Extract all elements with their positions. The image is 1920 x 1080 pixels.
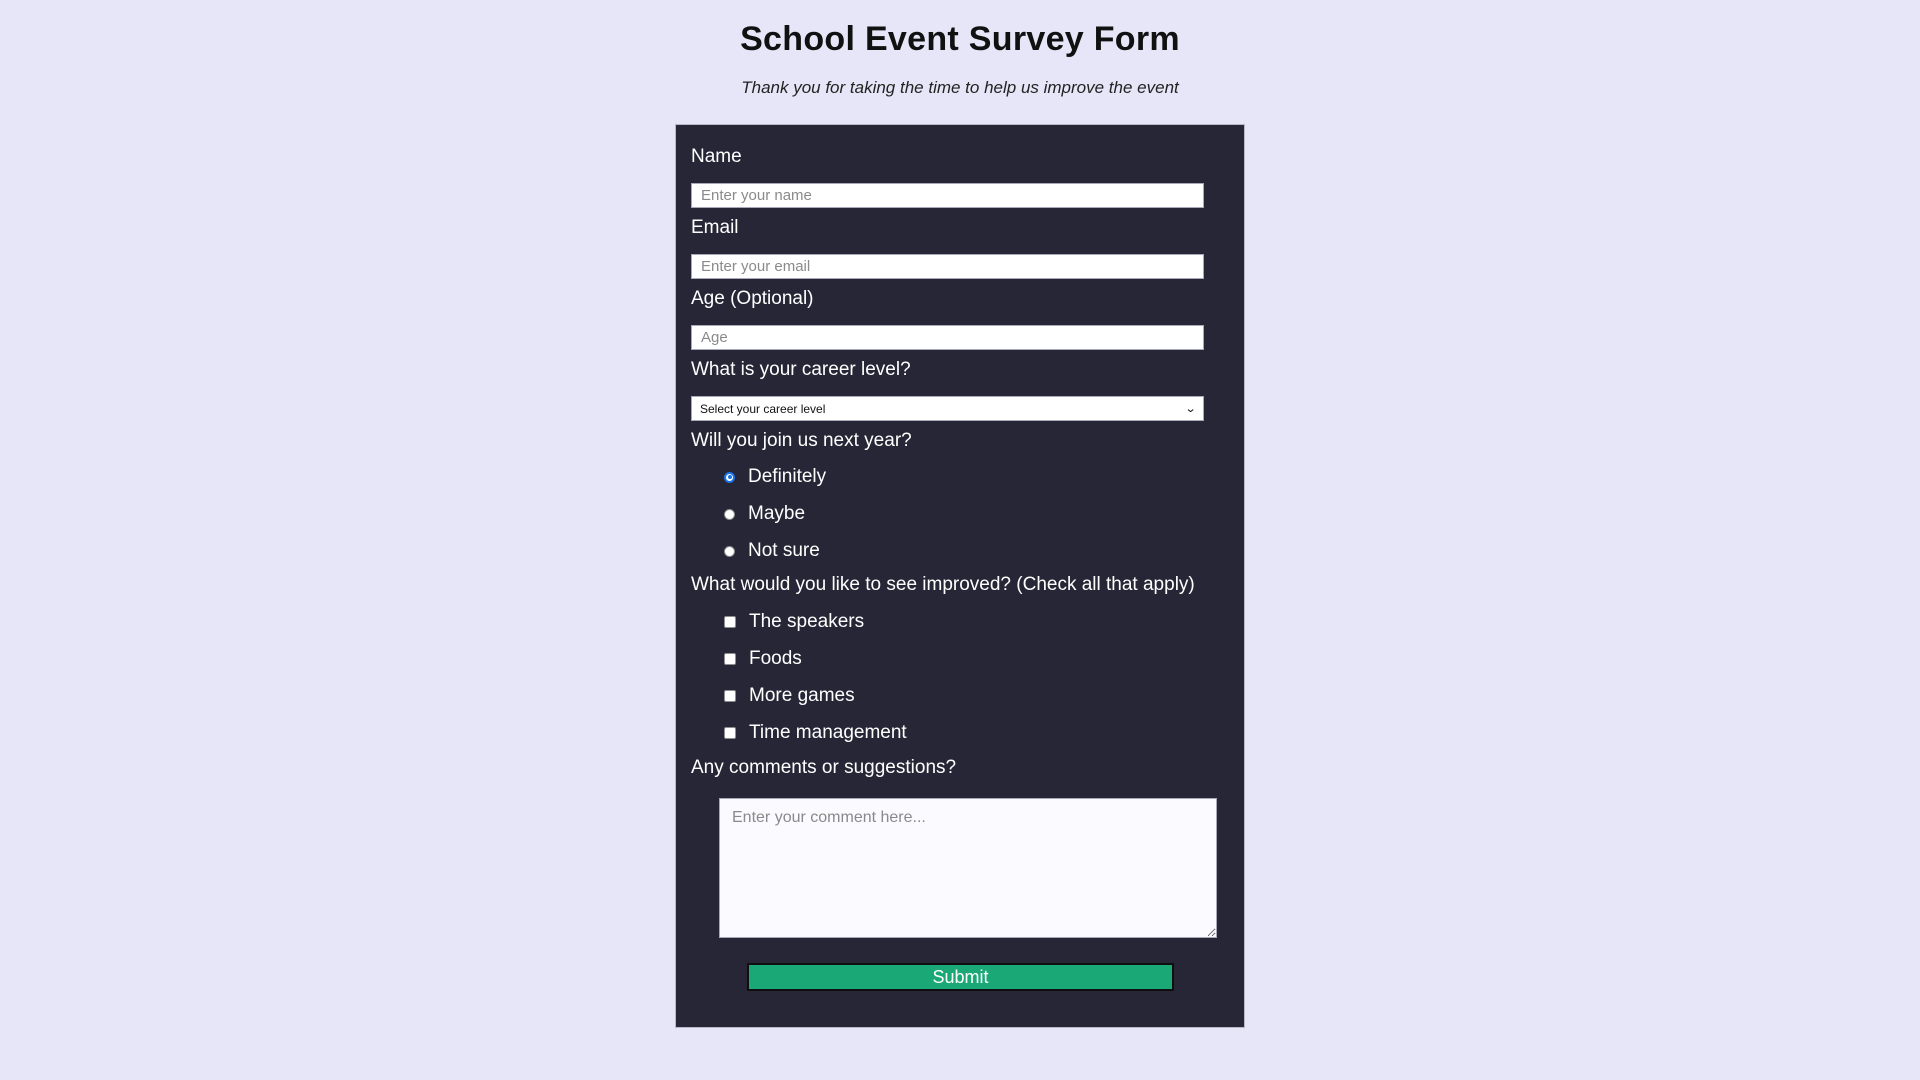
name-input[interactable] bbox=[691, 183, 1204, 208]
checkbox-option-more-games[interactable]: More games bbox=[724, 684, 855, 708]
chevron-down-icon: ⌄ bbox=[1184, 403, 1197, 415]
submit-button[interactable]: Submit bbox=[747, 963, 1174, 991]
email-input[interactable] bbox=[691, 254, 1204, 279]
radio-option-definitely[interactable]: Definitely bbox=[724, 465, 826, 489]
comments-label: Any comments or suggestions? bbox=[691, 757, 957, 778]
comments-textarea[interactable] bbox=[719, 798, 1217, 938]
career-level-label: What is your career level? bbox=[691, 359, 911, 380]
checkbox-label-speakers: The speakers bbox=[749, 611, 865, 632]
checkbox-label-time-management: Time management bbox=[749, 722, 907, 743]
page-title: School Event Survey Form bbox=[740, 20, 1180, 58]
checkbox-label-foods: Foods bbox=[749, 648, 802, 669]
checkbox-option-foods[interactable]: Foods bbox=[724, 647, 802, 671]
radio-button-not-sure[interactable] bbox=[724, 545, 735, 557]
checkbox-foods[interactable] bbox=[724, 653, 736, 665]
page-description: Thank you for taking the time to help us… bbox=[741, 78, 1179, 97]
radio-label-not-sure: Not sure bbox=[748, 540, 820, 561]
survey-form: Name Email Age (Optional) What is your c… bbox=[675, 124, 1245, 1028]
join-next-year-label: Will you join us next year? bbox=[691, 430, 912, 451]
checkbox-time-management[interactable] bbox=[724, 727, 736, 739]
checkbox-option-speakers[interactable]: The speakers bbox=[724, 610, 864, 634]
checkbox-speakers[interactable] bbox=[724, 616, 736, 628]
radio-option-not-sure[interactable]: Not sure bbox=[724, 539, 820, 563]
email-label: Email bbox=[691, 217, 739, 238]
improvements-label: What would you like to see improved? (Ch… bbox=[691, 574, 1195, 595]
age-input[interactable] bbox=[691, 325, 1204, 350]
checkbox-more-games[interactable] bbox=[724, 690, 736, 702]
radio-label-definitely: Definitely bbox=[748, 466, 827, 487]
checkbox-label-more-games: More games bbox=[749, 685, 855, 706]
name-label: Name bbox=[691, 146, 742, 167]
radio-option-maybe[interactable]: Maybe bbox=[724, 502, 805, 526]
radio-button-definitely[interactable] bbox=[724, 471, 735, 483]
career-level-select[interactable]: Select your career level ⌄ bbox=[691, 396, 1204, 421]
radio-label-maybe: Maybe bbox=[748, 503, 806, 524]
checkbox-option-time-management[interactable]: Time management bbox=[724, 721, 907, 745]
radio-button-maybe[interactable] bbox=[724, 508, 735, 520]
age-label: Age (Optional) bbox=[691, 288, 814, 309]
career-level-selected-value: Select your career level bbox=[700, 401, 826, 416]
